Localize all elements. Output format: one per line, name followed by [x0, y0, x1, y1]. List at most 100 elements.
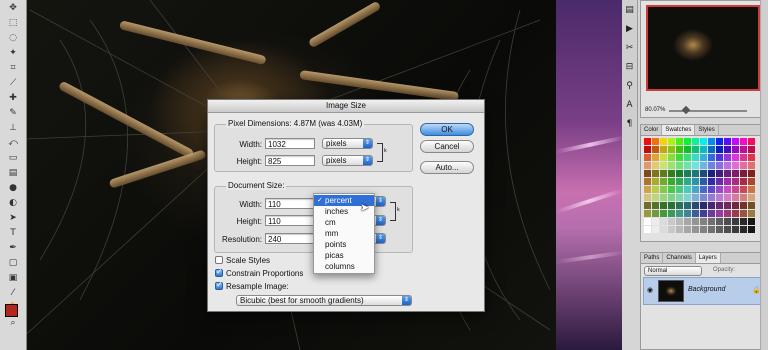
- color-swatch[interactable]: [644, 194, 651, 201]
- tab-paths[interactable]: Paths: [641, 253, 664, 263]
- color-swatch[interactable]: [708, 226, 715, 233]
- clone-source-icon[interactable]: ⚲: [624, 80, 636, 92]
- color-swatch[interactable]: [708, 162, 715, 169]
- pixel-width-unit-select[interactable]: pixels ⇕: [322, 138, 373, 149]
- color-swatch[interactable]: [724, 194, 731, 201]
- color-swatch[interactable]: [724, 138, 731, 145]
- color-swatch[interactable]: [732, 202, 739, 209]
- color-swatch[interactable]: [684, 226, 691, 233]
- color-swatch[interactable]: [724, 226, 731, 233]
- color-swatch[interactable]: [660, 146, 667, 153]
- color-swatch[interactable]: [724, 162, 731, 169]
- tab-layers[interactable]: Layers: [695, 253, 721, 263]
- tab-swatches[interactable]: Swatches: [662, 125, 696, 135]
- color-swatch[interactable]: [660, 226, 667, 233]
- color-swatch[interactable]: [700, 154, 707, 161]
- visibility-eye-icon[interactable]: ◉: [647, 286, 653, 294]
- color-swatch[interactable]: [676, 202, 683, 209]
- color-swatch[interactable]: [684, 146, 691, 153]
- doc-width-input[interactable]: 110: [265, 198, 315, 209]
- color-swatch[interactable]: [732, 226, 739, 233]
- tool-presets-icon[interactable]: ✂: [624, 42, 636, 54]
- color-swatch[interactable]: [676, 154, 683, 161]
- color-swatch[interactable]: [732, 170, 739, 177]
- color-swatch[interactable]: [684, 218, 691, 225]
- color-swatch[interactable]: [676, 218, 683, 225]
- color-swatch[interactable]: [700, 162, 707, 169]
- color-swatch[interactable]: [708, 218, 715, 225]
- color-swatch[interactable]: [644, 226, 651, 233]
- zoom-tool-icon[interactable]: ⌕: [5, 317, 21, 329]
- color-swatch[interactable]: [644, 202, 651, 209]
- path-selection-tool-icon[interactable]: ➤: [5, 212, 21, 224]
- color-swatch[interactable]: [644, 178, 651, 185]
- color-swatch[interactable]: [684, 202, 691, 209]
- pixel-width-input[interactable]: 1032: [265, 138, 315, 149]
- color-swatch[interactable]: [676, 194, 683, 201]
- constrain-proportions-checkbox[interactable]: [215, 267, 223, 277]
- color-swatch[interactable]: [668, 146, 675, 153]
- color-swatch[interactable]: [652, 138, 659, 145]
- auto-button[interactable]: Auto...: [420, 161, 474, 174]
- color-swatch[interactable]: [684, 178, 691, 185]
- color-swatch[interactable]: [652, 194, 659, 201]
- color-swatch[interactable]: [732, 194, 739, 201]
- color-swatch[interactable]: [660, 178, 667, 185]
- lasso-tool-icon[interactable]: ◌: [5, 32, 21, 44]
- color-swatch[interactable]: [676, 146, 683, 153]
- ok-button[interactable]: OK: [420, 123, 474, 136]
- tab-styles[interactable]: Styles: [695, 125, 719, 135]
- color-swatch[interactable]: [660, 210, 667, 217]
- pen-tool-icon[interactable]: ✒: [5, 242, 21, 254]
- color-swatch[interactable]: [692, 154, 699, 161]
- scale-styles-checkbox[interactable]: [215, 256, 223, 264]
- color-swatch[interactable]: [724, 146, 731, 153]
- color-swatch[interactable]: [724, 170, 731, 177]
- type-tool-icon[interactable]: T: [5, 227, 21, 239]
- color-swatch[interactable]: [700, 210, 707, 217]
- color-swatch[interactable]: [740, 162, 747, 169]
- color-swatch[interactable]: [660, 186, 667, 193]
- color-swatch[interactable]: [740, 210, 747, 217]
- color-swatch[interactable]: [716, 218, 723, 225]
- menu-item-mm[interactable]: mm: [314, 228, 374, 239]
- color-swatch[interactable]: [724, 178, 731, 185]
- color-swatch[interactable]: [684, 170, 691, 177]
- color-swatch[interactable]: [740, 170, 747, 177]
- color-swatch[interactable]: [708, 186, 715, 193]
- color-swatch[interactable]: [660, 194, 667, 201]
- color-swatch[interactable]: [708, 154, 715, 161]
- color-swatch[interactable]: [748, 154, 755, 161]
- color-swatch[interactable]: [684, 162, 691, 169]
- color-swatch[interactable]: [740, 154, 747, 161]
- color-swatch[interactable]: [748, 218, 755, 225]
- color-swatch[interactable]: [652, 170, 659, 177]
- color-swatch[interactable]: [644, 162, 651, 169]
- color-swatch[interactable]: [716, 154, 723, 161]
- blur-tool-icon[interactable]: ●: [5, 182, 21, 194]
- color-swatch[interactable]: [684, 154, 691, 161]
- color-swatch[interactable]: [716, 226, 723, 233]
- color-swatch[interactable]: [660, 170, 667, 177]
- color-swatch[interactable]: [644, 154, 651, 161]
- color-swatch[interactable]: [748, 170, 755, 177]
- color-swatch[interactable]: [660, 138, 667, 145]
- color-swatch[interactable]: [732, 186, 739, 193]
- dodge-tool-icon[interactable]: ◐: [5, 197, 21, 209]
- color-swatch[interactable]: [660, 218, 667, 225]
- color-swatch[interactable]: [740, 194, 747, 201]
- color-swatch[interactable]: [644, 138, 651, 145]
- color-swatch[interactable]: [668, 194, 675, 201]
- color-swatch[interactable]: [684, 210, 691, 217]
- layer-row[interactable]: ◉ Background 🔒: [643, 277, 767, 305]
- color-swatch[interactable]: [692, 226, 699, 233]
- color-swatch[interactable]: [732, 146, 739, 153]
- color-swatch[interactable]: [748, 194, 755, 201]
- resample-method-select[interactable]: Bicubic (best for smooth gradients) ⇕: [236, 295, 412, 306]
- eraser-tool-icon[interactable]: ▭: [5, 152, 21, 164]
- color-swatch[interactable]: [652, 162, 659, 169]
- color-swatch[interactable]: [748, 210, 755, 217]
- history-icon[interactable]: ▤: [624, 4, 636, 16]
- color-swatch[interactable]: [716, 138, 723, 145]
- color-swatch[interactable]: [692, 202, 699, 209]
